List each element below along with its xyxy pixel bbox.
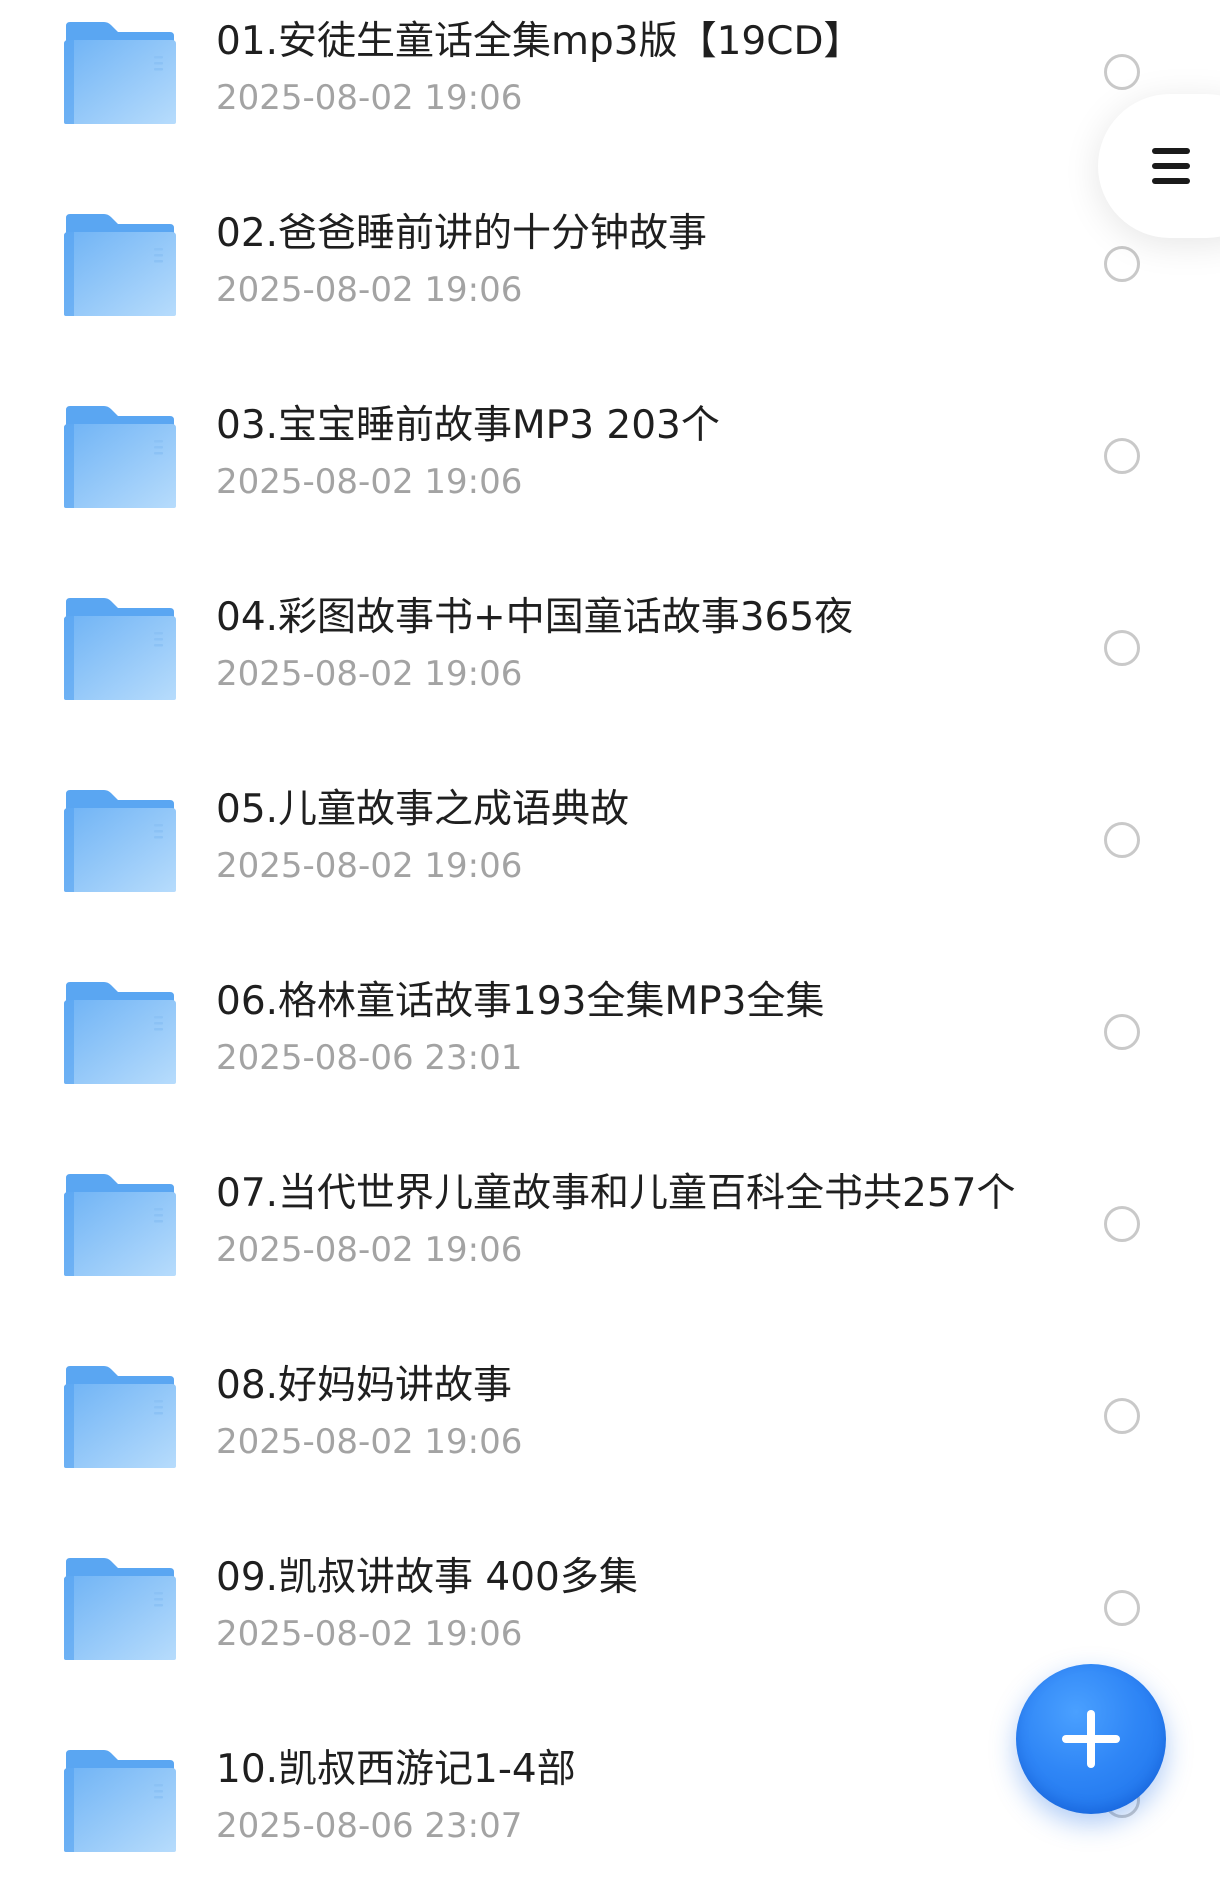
folder-icon xyxy=(64,982,176,1084)
file-date: 2025-08-06 23:07 xyxy=(216,1806,523,1846)
select-radio[interactable] xyxy=(1104,1206,1140,1242)
file-name: 04.彩图故事书+中国童话故事365夜 xyxy=(216,595,854,640)
hamburger-menu-icon xyxy=(1152,148,1190,184)
file-list-item[interactable]: 02.爸爸睡前讲的十分钟故事 2025-08-02 19:06 xyxy=(0,166,1220,358)
file-list-item[interactable]: 03.宝宝睡前故事MP3 203个 2025-08-02 19:06 xyxy=(0,358,1220,550)
select-radio[interactable] xyxy=(1104,1398,1140,1434)
file-date: 2025-08-02 19:06 xyxy=(216,846,523,886)
select-radio[interactable] xyxy=(1104,438,1140,474)
file-name: 08.好妈妈讲故事 xyxy=(216,1363,513,1408)
select-radio[interactable] xyxy=(1104,1014,1140,1050)
file-list-item[interactable]: 06.格林童话故事193全集MP3全集 2025-08-06 23:01 xyxy=(0,934,1220,1126)
file-date: 2025-08-02 19:06 xyxy=(216,78,523,118)
folder-icon xyxy=(64,214,176,316)
file-name: 10.凯叔西游记1-4部 xyxy=(216,1747,576,1792)
folder-icon xyxy=(64,406,176,508)
file-list-item[interactable]: 07.当代世界儿童故事和儿童百科全书共257个 2025-08-02 19:06 xyxy=(0,1126,1220,1318)
select-radio[interactable] xyxy=(1104,822,1140,858)
file-date: 2025-08-02 19:06 xyxy=(216,1614,523,1654)
file-name: 05.儿童故事之成语典故 xyxy=(216,787,630,832)
file-list-item[interactable]: 01.安徒生童话全集mp3版【19CD】 2025-08-02 19:06 xyxy=(0,0,1220,166)
file-name: 06.格林童话故事193全集MP3全集 xyxy=(216,979,825,1024)
select-radio[interactable] xyxy=(1104,1590,1140,1626)
folder-icon xyxy=(64,790,176,892)
file-name: 02.爸爸睡前讲的十分钟故事 xyxy=(216,211,708,256)
file-list-item[interactable]: 05.儿童故事之成语典故 2025-08-02 19:06 xyxy=(0,742,1220,934)
file-date: 2025-08-06 23:01 xyxy=(216,1038,523,1078)
file-name: 09.凯叔讲故事 400多集 xyxy=(216,1555,638,1600)
file-date: 2025-08-02 19:06 xyxy=(216,1230,523,1270)
file-date: 2025-08-02 19:06 xyxy=(216,270,523,310)
select-radio[interactable] xyxy=(1104,246,1140,282)
file-date: 2025-08-02 19:06 xyxy=(216,654,523,694)
select-radio[interactable] xyxy=(1104,54,1140,90)
file-date: 2025-08-02 19:06 xyxy=(216,462,523,502)
file-date: 2025-08-02 19:06 xyxy=(216,1422,523,1462)
file-list-item[interactable]: 04.彩图故事书+中国童话故事365夜 2025-08-02 19:06 xyxy=(0,550,1220,742)
folder-icon xyxy=(64,1750,176,1852)
folder-icon xyxy=(64,1366,176,1468)
folder-icon xyxy=(64,598,176,700)
file-name: 03.宝宝睡前故事MP3 203个 xyxy=(216,403,720,448)
file-name: 01.安徒生童话全集mp3版【19CD】 xyxy=(216,19,863,64)
file-list-item[interactable]: 09.凯叔讲故事 400多集 2025-08-02 19:06 xyxy=(0,1510,1220,1702)
add-button[interactable] xyxy=(1016,1664,1166,1814)
file-list: 01.安徒生童话全集mp3版【19CD】 2025-08-02 19:06 02 xyxy=(0,0,1220,1884)
folder-icon xyxy=(64,1558,176,1660)
folder-icon xyxy=(64,22,176,124)
file-list-item[interactable]: 08.好妈妈讲故事 2025-08-02 19:06 xyxy=(0,1318,1220,1510)
folder-icon xyxy=(64,1174,176,1276)
file-browser-screen: 01.安徒生童话全集mp3版【19CD】 2025-08-02 19:06 02 xyxy=(0,0,1220,1884)
select-radio[interactable] xyxy=(1104,630,1140,666)
file-name: 07.当代世界儿童故事和儿童百科全书共257个 xyxy=(216,1171,1016,1216)
